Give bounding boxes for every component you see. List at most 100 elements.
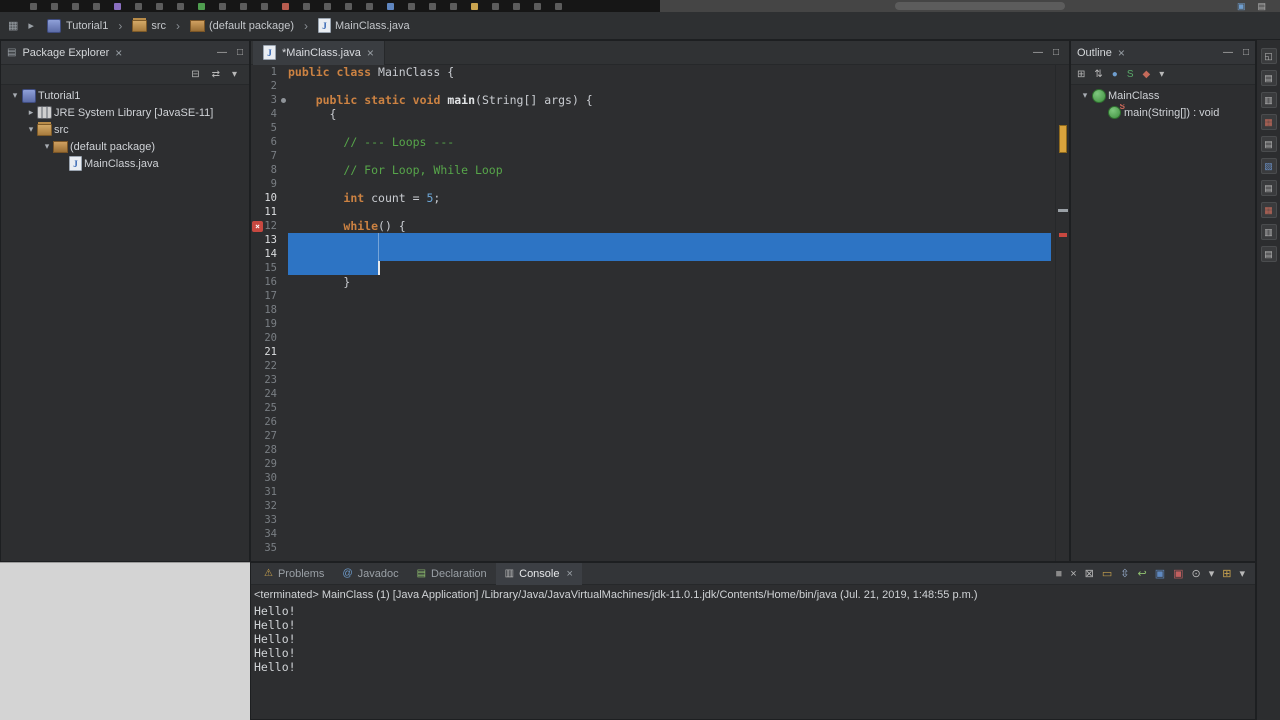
dock-view-5-icon[interactable]: ▧	[1260, 158, 1277, 174]
minimize-editor-icon[interactable]: —	[1033, 46, 1043, 60]
show-on-stdout-icon[interactable]: ▣	[1155, 567, 1165, 581]
line-number[interactable]: 28	[251, 443, 281, 457]
code-line[interactable]: {	[288, 107, 337, 121]
project-item-default-package[interactable]: ▾ (default package)	[1, 138, 249, 155]
line-number[interactable]: 26	[251, 415, 281, 429]
toolbar-icon[interactable]	[366, 3, 373, 10]
toolbar-icon[interactable]	[93, 3, 100, 10]
maximize-editor-icon[interactable]: □	[1053, 46, 1059, 60]
overview-error-marker[interactable]	[1059, 233, 1067, 237]
line-number[interactable]: 11	[251, 205, 281, 219]
collapse-all-icon[interactable]: ⊟	[191, 68, 199, 82]
line-number[interactable]: 7	[251, 149, 281, 163]
toolbar-icon[interactable]	[282, 3, 289, 10]
maximize-view-icon[interactable]: □	[1243, 46, 1249, 60]
overview-occurrence-marker[interactable]	[1058, 209, 1068, 212]
line-number[interactable]: 18	[251, 303, 281, 317]
toolbar-icon[interactable]	[534, 3, 541, 10]
toolbar-icon[interactable]	[198, 3, 205, 10]
breadcrumb-item-tutorial1[interactable]: Tutorial1	[44, 16, 111, 35]
outline-item-main-string-void[interactable]: main(String[]) : void	[1071, 104, 1255, 121]
console-tab-javadoc[interactable]: @ Javadoc	[333, 563, 407, 585]
code-editor[interactable]: 1 2 3 4 5 6 7 8 9 10 11 12 13 14 15 16 17 18 19 20 21 22 23 24 2…	[251, 65, 1069, 561]
toolbar-icon[interactable]	[324, 3, 331, 10]
toolbar-icon[interactable]	[114, 3, 121, 10]
minimize-view-icon[interactable]: —	[217, 46, 227, 60]
line-number[interactable]: 1	[251, 65, 281, 79]
toggle-breadcrumb-icon[interactable]: ▦	[8, 19, 18, 32]
line-number[interactable]: 25	[251, 401, 281, 415]
toolbar-icon[interactable]	[303, 3, 310, 10]
code-line[interactable]: public static void main(String[] args) {	[288, 93, 593, 107]
code-line[interactable]: // For Loop, While Loop	[288, 163, 502, 177]
pin-console-icon[interactable]: ⊙	[1192, 567, 1201, 581]
code-line[interactable]: while() {	[288, 219, 405, 233]
dock-view-7-icon[interactable]: ▦	[1260, 202, 1277, 218]
line-number[interactable]: 4	[251, 107, 281, 121]
line-number[interactable]: 5	[251, 121, 281, 135]
toolbar-icon[interactable]	[492, 3, 499, 10]
toolbar-icon[interactable]	[261, 3, 268, 10]
outline-title[interactable]: Outline	[1077, 47, 1112, 59]
code-line[interactable]: // --- Loops ---	[288, 135, 454, 149]
toolbar-icon[interactable]	[72, 3, 79, 10]
word-wrap-icon[interactable]: ↩	[1137, 567, 1146, 581]
console-tab-console[interactable]: ▥ Console ×	[495, 562, 582, 585]
dock-view-9-icon[interactable]: ▤	[1260, 246, 1277, 262]
close-editor-tab-icon[interactable]	[367, 47, 374, 59]
line-number[interactable]: 20	[251, 331, 281, 345]
perspective-icon[interactable]: ▣	[1237, 0, 1246, 12]
toolbar-icon[interactable]	[555, 3, 562, 10]
line-number[interactable]: 15	[251, 261, 281, 275]
code-line[interactable]: }	[288, 275, 350, 289]
line-number[interactable]: 8	[251, 163, 281, 177]
dock-view-4-icon[interactable]: ▤	[1260, 136, 1277, 152]
toolbar-overflow-icon[interactable]: ▤	[1257, 0, 1266, 12]
expand-arrow-icon[interactable]: ▾	[1079, 90, 1091, 101]
code-area[interactable]: public class MainClass { public static v…	[288, 65, 1054, 561]
overview-range-marker[interactable]	[1059, 125, 1067, 153]
package-explorer-title[interactable]: Package Explorer	[22, 47, 109, 59]
view-menu-icon[interactable]: ▾	[232, 68, 237, 82]
remove-all-launches-icon[interactable]: ⊠	[1085, 567, 1094, 581]
line-number[interactable]: 10	[251, 191, 281, 205]
line-number[interactable]: 16	[251, 275, 281, 289]
editor-tab-mainclass[interactable]: *MainClass.java	[253, 40, 385, 65]
search-field[interactable]	[895, 2, 1065, 10]
line-number[interactable]: 9	[251, 177, 281, 191]
open-console-menu-icon[interactable]: ▾	[1239, 567, 1245, 581]
expand-arrow-icon[interactable]: ▾	[41, 141, 53, 152]
line-number[interactable]: 14	[251, 247, 281, 261]
toolbar-icon[interactable]	[387, 3, 394, 10]
line-number[interactable]: 17	[251, 289, 281, 303]
expand-arrow-icon[interactable]: ▾	[25, 124, 37, 135]
breadcrumb-item-mainclass-java[interactable]: MainClass.java	[315, 16, 413, 35]
close-console-tab-icon[interactable]: ×	[566, 568, 572, 580]
project-item-mainclass-java[interactable]: MainClass.java	[1, 155, 249, 172]
display-console-icon[interactable]: ▾	[1209, 567, 1215, 581]
line-number[interactable]: 6	[251, 135, 281, 149]
line-number[interactable]: 23	[251, 373, 281, 387]
line-number[interactable]: 35	[251, 541, 281, 555]
code-line[interactable]: int count = 5;	[288, 191, 440, 205]
console-tab-problems[interactable]: ⚠ Problems	[255, 563, 333, 585]
breadcrumb-item-default-package[interactable]: (default package)	[187, 16, 297, 35]
console-output[interactable]: <terminated> MainClass (1) [Java Applica…	[251, 585, 1255, 719]
hide-fields-icon[interactable]: ●	[1112, 68, 1118, 82]
overview-ruler[interactable]	[1055, 65, 1069, 561]
line-number[interactable]: 22	[251, 359, 281, 373]
close-package-explorer-icon[interactable]	[115, 47, 122, 59]
open-console-icon[interactable]: ⊞	[1222, 567, 1231, 581]
expand-arrow-icon[interactable]: ▾	[9, 90, 21, 101]
minimize-view-icon[interactable]: —	[1223, 46, 1233, 60]
toolbar-icon[interactable]	[408, 3, 415, 10]
line-number[interactable]: 19	[251, 317, 281, 331]
project-item-jre-system-library-javase-11[interactable]: ▸ JRE System Library [JavaSE-11]	[1, 104, 249, 121]
expand-arrow-icon[interactable]: ▸	[25, 107, 37, 118]
outline-item-mainclass[interactable]: ▾ MainClass	[1071, 87, 1255, 104]
toolbar-icon[interactable]	[219, 3, 226, 10]
code-line[interactable]: public class MainClass {	[288, 65, 454, 79]
link-with-editor-icon[interactable]: ⇄	[212, 68, 220, 82]
toolbar-icon[interactable]	[51, 3, 58, 10]
line-number[interactable]: 13	[251, 233, 281, 247]
